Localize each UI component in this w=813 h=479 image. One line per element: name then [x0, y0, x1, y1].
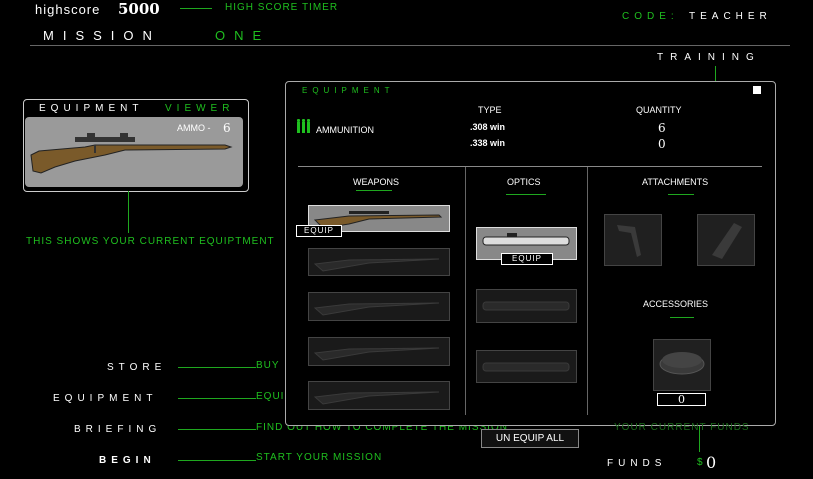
divider	[587, 167, 588, 415]
divider	[178, 429, 256, 430]
ammo-type-1[interactable]: .308 win	[470, 122, 505, 132]
bipod-icon	[617, 225, 641, 257]
attachment-slot-1[interactable]	[604, 214, 662, 266]
menu-equipment-desc: EQUI	[256, 391, 285, 402]
bullets-icon	[297, 119, 310, 133]
mission-title: MISSION	[43, 28, 161, 43]
divider	[178, 398, 256, 399]
funds-note: YOUR CURRENT FUNDS	[614, 422, 750, 433]
type-header: TYPE	[478, 105, 502, 115]
divider	[128, 191, 129, 233]
divider	[699, 426, 700, 452]
weapon-slot-4[interactable]	[308, 337, 450, 366]
optics-header: OPTICS	[507, 177, 541, 187]
menu-begin-desc: START YOUR MISSION	[256, 452, 383, 463]
training-button[interactable]: TRAINING	[657, 52, 761, 63]
close-icon[interactable]	[753, 86, 761, 94]
attachment-icon	[668, 194, 694, 195]
viewer-title-accent: VIEWER	[165, 103, 235, 114]
menu-begin[interactable]: BEGIN	[99, 455, 156, 466]
unequip-all-button[interactable]: UN EQUIP ALL	[481, 429, 579, 448]
equip-button[interactable]: EQUIP	[501, 253, 553, 265]
divider	[715, 66, 716, 82]
highscore-value: 5000	[118, 0, 160, 18]
ammo-label: AMMO -	[177, 123, 211, 133]
rifle-icon	[356, 190, 392, 191]
divider	[465, 167, 466, 415]
quantity-header: QUANTITY	[636, 105, 682, 115]
weapon-slot-2[interactable]	[308, 248, 450, 276]
grip-icon	[712, 223, 742, 259]
accessory-count: 0	[657, 393, 706, 406]
ammunition-label: AMMUNITION	[316, 125, 374, 135]
ammo-qty-1: 6	[658, 121, 666, 135]
mission-number: ONE	[215, 28, 271, 43]
funds-label: FUNDS	[607, 458, 667, 469]
weapon-slot-5[interactable]	[308, 381, 450, 410]
highscore-timer-label: HIGH SCORE TIMER	[225, 2, 339, 13]
accessories-header: ACCESSORIES	[643, 299, 709, 309]
funds-currency: $	[697, 457, 703, 468]
scope-icon	[506, 194, 546, 195]
divider	[180, 8, 212, 9]
attachment-slot-2[interactable]	[697, 214, 755, 266]
ammo-value: 6	[223, 121, 231, 135]
divider	[178, 367, 256, 368]
mine-icon	[659, 352, 705, 375]
viewer-title: EQUIPMENT	[39, 103, 144, 114]
attachments-header: ATTACHMENTS	[642, 177, 709, 187]
viewer-note: THIS SHOWS YOUR CURRENT EQUIPTMENT	[26, 236, 275, 247]
ammo-type-2[interactable]: .338 win	[470, 138, 505, 148]
menu-store[interactable]: STORE	[107, 362, 166, 373]
code-value: TEACHER	[689, 11, 772, 22]
accessory-icon	[670, 317, 694, 318]
weapon-slot-3[interactable]	[308, 292, 450, 321]
menu-briefing[interactable]: BRIEFING	[74, 424, 161, 435]
divider	[178, 460, 256, 461]
ammo-qty-2: 0	[658, 137, 666, 151]
optic-slot-2[interactable]	[476, 289, 577, 323]
optic-slot-3[interactable]	[476, 350, 577, 383]
menu-equipment[interactable]: EQUIPMENT	[53, 393, 157, 404]
accessory-slot-1[interactable]	[653, 339, 711, 391]
code-label: CODE:	[622, 11, 679, 22]
weapons-header: WEAPONS	[353, 177, 400, 187]
menu-store-desc: BUY	[256, 360, 280, 371]
panel-title: EQUIPMENT	[302, 86, 395, 95]
divider	[30, 45, 790, 46]
funds-value: 0	[706, 453, 717, 472]
divider	[298, 166, 762, 167]
equip-button[interactable]: EQUIP	[296, 225, 342, 237]
highscore-label: highscore	[35, 2, 101, 17]
